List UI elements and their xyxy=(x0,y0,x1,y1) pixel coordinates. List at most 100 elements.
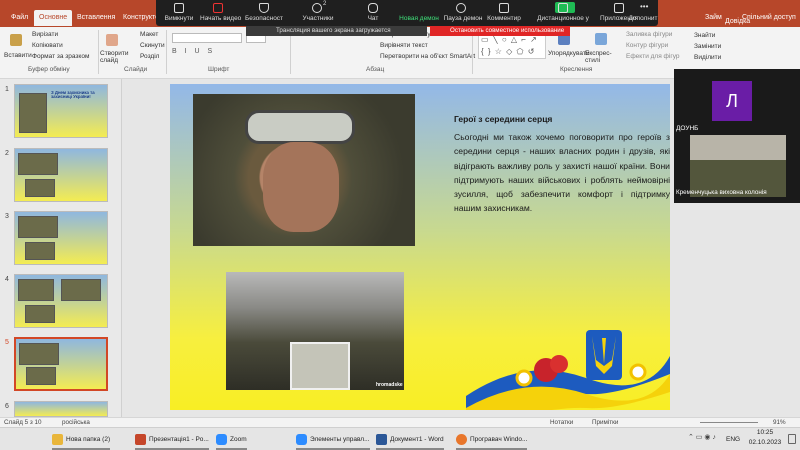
zoom-slider[interactable] xyxy=(700,422,758,423)
taskbar-zoom-controls[interactable]: Элементы управл... xyxy=(296,431,370,450)
quick-styles-button[interactable]: Експрес-стилі xyxy=(585,50,615,64)
font-format-buttons[interactable]: B I U S xyxy=(172,48,267,58)
participants-count: 2 xyxy=(323,1,327,7)
remote-control-icon[interactable] xyxy=(558,3,568,13)
slide-heading[interactable]: Герої з середини серця xyxy=(454,114,552,124)
shield-icon[interactable] xyxy=(259,3,269,13)
layout-button[interactable]: Макет xyxy=(140,31,158,38)
tab-insert[interactable]: Вставлення xyxy=(72,10,120,26)
chat-button[interactable]: Чат xyxy=(356,15,390,22)
microphone-icon[interactable] xyxy=(174,3,184,13)
clock-time[interactable]: 10:25 xyxy=(748,429,782,436)
find-button[interactable]: Знайти xyxy=(694,32,715,39)
notifications-icon[interactable] xyxy=(788,434,796,444)
tray-icons[interactable]: ⌃ ▭ ◉ ♪ xyxy=(688,433,716,441)
more-button[interactable]: Дополнит xyxy=(622,15,664,22)
zoom-level[interactable]: 91% xyxy=(773,419,786,426)
align-text-button[interactable]: Вирівняти текст xyxy=(380,42,428,49)
taskbar: Нова папка (2) Презентація1 - Po... Zoom… xyxy=(0,427,800,450)
clock-date[interactable]: 02.10.2023 xyxy=(746,439,784,446)
participants-icon[interactable] xyxy=(312,3,322,13)
thumbnail-photo xyxy=(26,367,56,385)
slide-thumbnail-5[interactable] xyxy=(14,337,108,391)
slide-thumbnail-6[interactable] xyxy=(14,401,108,417)
participant-name: ДОУНБ xyxy=(676,125,699,132)
paste-button[interactable]: Вставити xyxy=(4,52,32,59)
participant-video[interactable] xyxy=(690,135,786,197)
smartart-button[interactable]: Перетворити на об'єкт SmartArt xyxy=(380,53,475,60)
slide-thumbnail-1[interactable]: З Днем захисника та захисниці України! xyxy=(14,84,108,138)
thumbnail-photo xyxy=(25,242,55,260)
reset-button[interactable]: Скинути xyxy=(140,42,165,49)
taskbar-powerpoint[interactable]: Презентація1 - Po... xyxy=(135,431,209,450)
replace-button[interactable]: Замінити xyxy=(694,43,721,50)
video-camera-icon[interactable] xyxy=(213,3,223,13)
chamomile-flower xyxy=(629,363,647,381)
status-bar: Слайд 5 з 10 російська Нотатки Примітки … xyxy=(0,417,800,427)
quick-styles-icon xyxy=(595,33,607,45)
tab-file[interactable]: Файл xyxy=(6,10,33,26)
taskbar-label: Програвач Windo... xyxy=(470,436,528,443)
shapes-gallery[interactable]: ▭ ╲ ○ △ ⌐ ↗{ } ☆ ◇ ⬠ ↺ xyxy=(478,33,546,59)
thumbnail-photo xyxy=(25,305,55,323)
new-slide-button[interactable]: Створити слайд xyxy=(100,50,129,64)
arrange-button[interactable]: Упорядкувати xyxy=(548,50,589,57)
viburnum-berries xyxy=(550,355,568,373)
current-slide[interactable]: hromadske Герої з середини серця Сьогодн… xyxy=(170,84,670,410)
start-video-button[interactable]: Начать видео xyxy=(200,15,241,22)
shape-fill-button[interactable]: Заливка фігури xyxy=(626,31,672,38)
keyboard-language[interactable]: ENG xyxy=(726,436,740,443)
face-shape xyxy=(263,142,339,232)
portrait-shape xyxy=(290,342,350,390)
word-icon xyxy=(376,434,387,445)
slide-thumbnail-3[interactable] xyxy=(14,211,108,265)
thumbnail-photo xyxy=(19,93,47,133)
pause-icon[interactable] xyxy=(456,3,466,13)
section-button[interactable]: Розділ xyxy=(140,53,159,60)
shape-outline-button[interactable]: Контур фігури xyxy=(626,42,668,49)
stop-share-button[interactable]: Остановить совместное использование xyxy=(430,26,570,36)
new-share-button[interactable]: Новая демон xyxy=(397,15,441,22)
slide-body-text[interactable]: Сьогодні ми також хочемо поговорити про … xyxy=(454,130,670,216)
comments-button[interactable]: Примітки xyxy=(592,419,618,426)
slide-thumbnail-2[interactable] xyxy=(14,148,108,202)
language-indicator[interactable]: російська xyxy=(62,419,90,426)
clipboard-group-label: Буфер обміну xyxy=(28,66,70,73)
shape-effects-button[interactable]: Ефекти для фігур xyxy=(626,53,680,60)
tab-zoom[interactable]: Займ xyxy=(700,10,727,26)
avatar: Л xyxy=(712,81,752,121)
slide-thumbnail-4[interactable] xyxy=(14,274,108,328)
powerpoint-icon xyxy=(135,434,146,445)
remote-control-button[interactable]: Дистанционное у xyxy=(526,15,600,22)
taskbar-label: Zoom xyxy=(230,436,247,443)
divider xyxy=(98,30,99,74)
tab-home[interactable]: Основне xyxy=(34,10,73,26)
annotate-button[interactable]: Комментир xyxy=(484,15,524,22)
pause-share-button[interactable]: Пауза демон xyxy=(441,15,485,22)
soldier-photo[interactable] xyxy=(193,94,415,246)
cut-button[interactable]: Вирізати xyxy=(32,31,58,38)
more-icon[interactable]: ••• xyxy=(640,3,650,13)
format-painter-button[interactable]: Формат за зразком xyxy=(32,53,89,60)
crowd-photo[interactable]: hromadske xyxy=(226,272,404,390)
mute-button[interactable]: Вимкнути xyxy=(159,15,199,22)
security-button[interactable]: Безопасност xyxy=(242,15,286,22)
participant-name: Кременчуцька виховна колонія xyxy=(676,189,767,196)
media-player-icon xyxy=(456,434,467,445)
taskbar-folder[interactable]: Нова папка (2) xyxy=(52,431,111,450)
chat-icon[interactable] xyxy=(368,3,378,13)
annotate-icon[interactable] xyxy=(499,3,509,13)
select-button[interactable]: Виділити xyxy=(694,54,721,61)
share-button[interactable]: Спільний доступ xyxy=(737,10,800,26)
font-family-select[interactable] xyxy=(172,33,242,43)
apps-icon[interactable] xyxy=(614,3,624,13)
taskbar-label: Презентація1 - Po... xyxy=(149,436,209,443)
folder-icon xyxy=(52,434,63,445)
taskbar-media-player[interactable]: Програвач Windo... xyxy=(456,431,528,450)
participants-button[interactable]: Участники xyxy=(296,15,340,22)
taskbar-word[interactable]: Документ1 - Word xyxy=(376,431,444,450)
notes-button[interactable]: Нотатки xyxy=(550,419,573,426)
taskbar-zoom[interactable]: Zoom xyxy=(216,431,247,450)
zoom-video-panel: Л ДОУНБ Кременчуцька виховна колонія xyxy=(674,69,800,203)
copy-button[interactable]: Копіювати xyxy=(32,42,63,49)
